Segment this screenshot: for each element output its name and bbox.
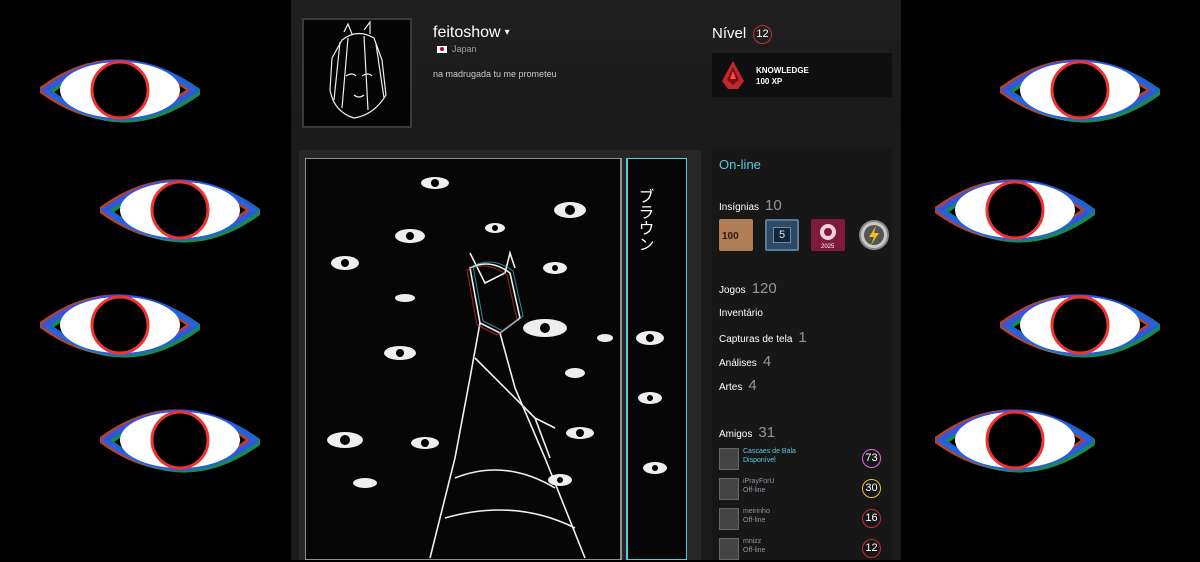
artwork-link[interactable]: Artes 4 [719,377,757,394]
friend-avatar [719,448,739,470]
background-eye-icon [35,45,205,135]
friend-avatar [719,508,739,530]
friend-level: 30 [862,479,881,498]
badge-row: 100 5 2025 [719,219,891,251]
friend-item[interactable]: meirinho Off-line 16 [719,508,889,532]
screenshots-link[interactable]: Capturas de tela 1 [719,329,807,346]
friend-level: 73 [862,449,881,468]
artwork-image[interactable]: ブラウン [305,158,687,560]
friends-label: Amigos [719,429,753,440]
friend-level: 16 [862,509,881,528]
featured-badge[interactable]: KNOWLEDGE 100 XP [712,53,892,97]
background-eye-icon [35,280,205,370]
background-eye-icon [930,165,1100,255]
level-badge[interactable]: 12 [753,25,772,44]
friend-name: mnizz [743,538,762,545]
profile-header: feitoshow ▾ Japan na madrugada tu me prom… [291,0,901,128]
badges-link[interactable]: Insígnias 10 [719,197,782,214]
artwork-caption: ブラウン [636,188,655,252]
badge-2025-text: 2025 [821,244,835,250]
badge-100-text: 100 [722,231,739,242]
background-eye-icon [995,45,1165,135]
friend-status: Off-line [743,487,766,494]
background-eye-icon [95,395,265,485]
background-eye-icon [930,395,1100,485]
featured-badge-xp: 100 XP [756,77,783,86]
games-count: 120 [751,280,777,297]
friend-name: Cascaes de Bala [743,448,796,455]
friend-name: iPrayForU [743,478,775,485]
games-label: Jogos [719,285,746,296]
badge-years-text: 5 [772,227,792,243]
inventory-label: Inventário [719,308,763,319]
friend-avatar [719,478,739,500]
artwork-count: 4 [748,377,757,394]
artwork-label: Artes [719,382,743,393]
online-status: On-line [719,157,761,172]
persona-name-text: feitoshow [433,24,501,41]
friend-level: 12 [862,539,881,558]
friend-item[interactable]: iPrayForU Off-line 30 [719,478,889,502]
persona-name[interactable]: feitoshow ▾ [433,24,510,42]
knowledge-badge-icon [722,61,744,89]
reviews-link[interactable]: Análises 4 [719,353,771,370]
avatar[interactable] [302,18,412,128]
country-text: Japan [452,44,477,54]
screenshots-count: 1 [798,329,807,346]
screenshots-label: Capturas de tela [719,334,793,345]
artwork-showcase: ブラウン [299,150,701,560]
level-label: Nível [712,25,747,42]
japan-flag-icon [437,45,447,53]
profile-page: feitoshow ▾ Japan na madrugada tu me prom… [291,0,901,560]
profile-right-column: On-line Insígnias 10 100 5 2025 Jogos 12… [712,149,892,560]
games-link[interactable]: Jogos 120 [719,280,777,297]
badge-100-icon[interactable]: 100 [719,219,753,251]
inventory-link[interactable]: Inventário [719,308,763,319]
badge-lightning-icon[interactable] [857,219,891,251]
badges-label: Insígnias [719,202,760,213]
friend-avatar [719,538,739,560]
featured-badge-title: KNOWLEDGE [756,66,809,75]
reviews-label: Análises [719,358,757,369]
friend-status: Off-line [743,517,766,524]
friend-status: Disponível [743,457,776,464]
reviews-count: 4 [762,353,772,370]
friends-link[interactable]: Amigos 31 [719,424,775,441]
background-eye-icon [95,165,265,255]
friend-item[interactable]: Cascaes de Bala Disponível 73 [719,448,889,472]
background-eye-icon [995,280,1165,370]
friend-item[interactable]: mnizz Off-line 12 [719,538,889,562]
profile-summary: na madrugada tu me prometeu [433,69,557,79]
badge-years-5-icon[interactable]: 5 [765,219,799,251]
chevron-down-icon[interactable]: ▾ [505,27,510,38]
badge-steam-2025-icon[interactable]: 2025 [811,219,845,251]
friend-status: Off-line [743,547,766,554]
avatar-image [304,20,410,126]
badges-count: 10 [765,197,782,214]
friends-count: 31 [758,424,776,441]
friend-name: meirinho [743,508,770,515]
country-label: Japan [437,44,477,54]
